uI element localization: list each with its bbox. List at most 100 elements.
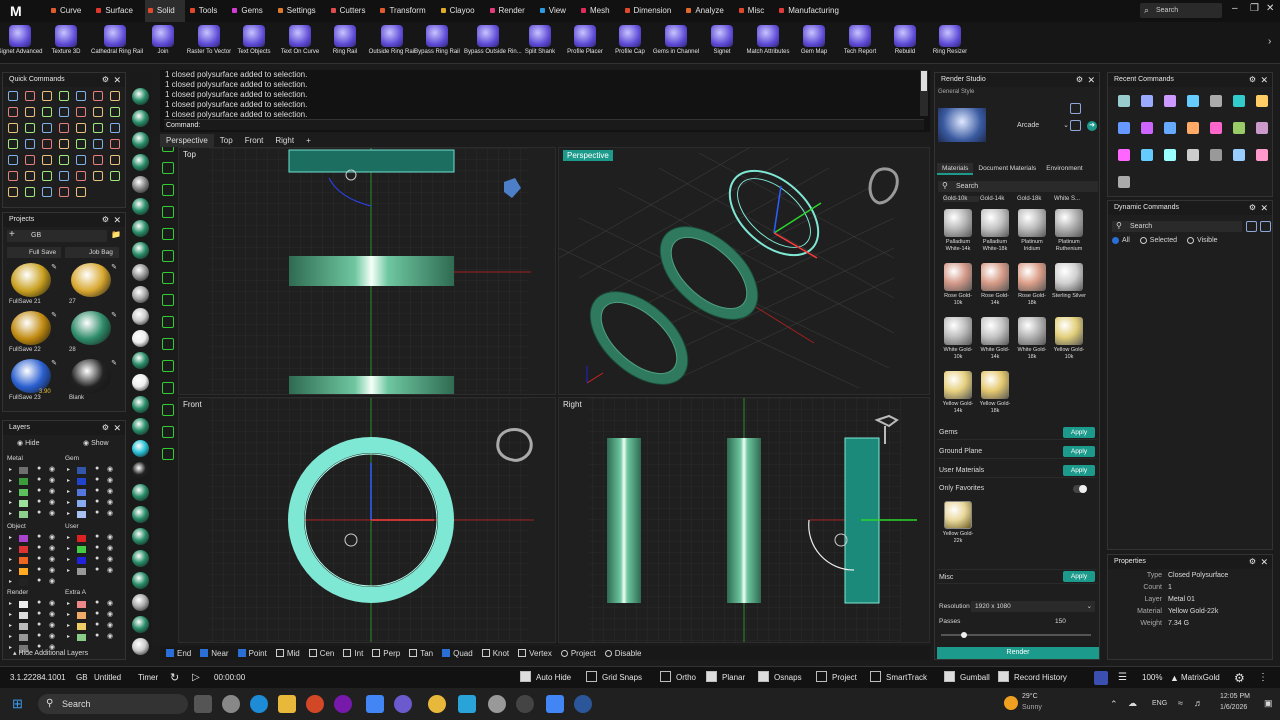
side-tool-icon[interactable]: [132, 484, 149, 501]
quick-command-icon[interactable]: [59, 107, 69, 117]
lock-icon[interactable]: ●: [37, 533, 41, 540]
eye-icon[interactable]: ◉: [107, 599, 113, 607]
job-bag-button[interactable]: Job Bag: [65, 247, 119, 258]
task-view-icon[interactable]: [194, 695, 212, 713]
tool-text-on-curve[interactable]: Text On Curve: [276, 22, 324, 64]
side-tool-icon[interactable]: [132, 110, 149, 127]
material-swatch[interactable]: Platinum Ruthenium: [1052, 209, 1086, 253]
snap-tool-icon[interactable]: [162, 272, 174, 284]
layer-color-swatch[interactable]: [19, 623, 28, 630]
quick-command-icon[interactable]: [8, 171, 18, 181]
layer-row[interactable]: ▸ ● ◉: [7, 566, 63, 576]
checkbox-icon[interactable]: [200, 649, 209, 657]
side-tool-icon[interactable]: [132, 440, 149, 457]
layer-color-swatch[interactable]: [19, 579, 28, 586]
menu-transform[interactable]: Transform: [377, 0, 435, 22]
osnap-vertex[interactable]: Vertex: [518, 649, 552, 658]
layer-row[interactable]: ▸ ● ◉: [65, 566, 121, 576]
quick-command-icon[interactable]: [110, 171, 120, 181]
zoom-level[interactable]: 100%: [1142, 667, 1162, 689]
material-swatch[interactable]: Palladium White-14k: [941, 209, 975, 253]
units-label[interactable]: GB: [76, 667, 88, 689]
quick-command-icon[interactable]: [93, 91, 103, 101]
lock-icon[interactable]: ●: [37, 599, 41, 606]
quick-command-icon[interactable]: [42, 139, 52, 149]
style-name-select[interactable]: Arcade ⌄: [1017, 121, 1069, 129]
expand-icon[interactable]: ▸: [9, 622, 12, 629]
settings-icon[interactable]: ⚙: [1249, 73, 1256, 87]
quick-command-icon[interactable]: [42, 171, 52, 181]
toggle-grid-snaps[interactable]: Grid Snaps: [586, 667, 642, 689]
settings-icon[interactable]: ⚙: [1249, 555, 1256, 569]
eye-icon[interactable]: ◉: [49, 555, 55, 563]
filter-all[interactable]: All: [1112, 237, 1130, 244]
layer-color-swatch[interactable]: [77, 601, 86, 608]
layer-row[interactable]: ▸ ● ◉: [7, 599, 63, 609]
project-item[interactable]: FullSave 21 ✎: [7, 263, 61, 309]
layer-row[interactable]: ▸ ● ◉: [65, 632, 121, 642]
lock-icon[interactable]: ●: [95, 610, 99, 617]
expand-icon[interactable]: ▸: [67, 600, 70, 607]
layer-color-swatch[interactable]: [77, 557, 86, 564]
recent-command-icon[interactable]: [1210, 122, 1222, 134]
material-search-input[interactable]: Search: [938, 181, 1098, 192]
hide-layers-button[interactable]: ◉ Hide: [17, 439, 39, 447]
snap-tool-icon[interactable]: [162, 448, 174, 460]
expand-icon[interactable]: ▸: [9, 567, 12, 574]
osnap-near[interactable]: Near: [200, 649, 229, 658]
tool-signet-advanced[interactable]: Signet Advanced: [0, 22, 44, 64]
osnap-quad[interactable]: Quad: [442, 649, 473, 658]
quick-command-icon[interactable]: [25, 107, 35, 117]
tool-text-objects[interactable]: Text Objects: [230, 22, 278, 64]
expand-icon[interactable]: ▸: [9, 510, 12, 517]
expand-icon[interactable]: ▸: [9, 477, 12, 484]
eye-icon[interactable]: ◉: [49, 509, 55, 517]
close-icon[interactable]: ✕: [1260, 555, 1268, 569]
passes-value[interactable]: 150: [1055, 618, 1066, 625]
apply-button[interactable]: Apply: [1063, 427, 1095, 438]
menu-misc[interactable]: Misc: [736, 0, 774, 22]
maximize-icon[interactable]: ❐: [1250, 3, 1259, 14]
checkbox-icon[interactable]: [481, 649, 490, 657]
radio-icon[interactable]: [1112, 237, 1119, 244]
lock-icon[interactable]: ●: [95, 487, 99, 494]
tool-cathedral-ring-rail[interactable]: Cathedral Ring Rail: [91, 22, 143, 64]
material-swatch[interactable]: Palladium White-18k: [978, 209, 1012, 253]
tool-tech-report[interactable]: Tech Report: [836, 22, 884, 64]
quick-command-icon[interactable]: [42, 155, 52, 165]
quick-command-icon[interactable]: [25, 171, 35, 181]
material-swatch[interactable]: Platinum Iridium: [1015, 209, 1049, 253]
expand-icon[interactable]: ▸: [67, 488, 70, 495]
refresh-icon[interactable]: ↻: [170, 667, 179, 689]
render-tab-environment[interactable]: Environment: [1041, 163, 1088, 175]
matrixgold-icon[interactable]: [516, 695, 534, 713]
checkbox-icon[interactable]: [998, 671, 1009, 683]
osnap-mid[interactable]: Mid: [275, 649, 300, 658]
eye-icon[interactable]: ◉: [107, 544, 113, 552]
snap-tool-icon[interactable]: [162, 206, 174, 218]
recent-command-icon[interactable]: [1210, 95, 1222, 107]
eye-icon[interactable]: ◉: [49, 465, 55, 473]
lock-icon[interactable]: ●: [95, 498, 99, 505]
menu-render[interactable]: Render: [487, 0, 535, 22]
expand-icon[interactable]: ▸: [9, 600, 12, 607]
quick-command-icon[interactable]: [8, 187, 18, 197]
checkbox-icon[interactable]: [520, 671, 531, 683]
lock-icon[interactable]: ●: [95, 632, 99, 639]
expand-icon[interactable]: ▸: [67, 534, 70, 541]
menu-view[interactable]: View: [537, 0, 576, 22]
chevron-up-icon[interactable]: ⌃: [1110, 699, 1118, 710]
edge-icon[interactable]: [250, 695, 268, 713]
quick-command-icon[interactable]: [42, 91, 52, 101]
side-tool-icon[interactable]: [132, 198, 149, 215]
viewport-right[interactable]: Right: [558, 397, 930, 643]
only-favorites-toggle[interactable]: [1073, 485, 1087, 493]
checkbox-icon[interactable]: [409, 649, 418, 657]
edit-icon[interactable]: ✎: [111, 359, 117, 367]
toggle-ortho[interactable]: Ortho: [660, 667, 696, 689]
eye-icon[interactable]: ◉: [49, 566, 55, 574]
material-swatch[interactable]: Yellow Gold-10k: [1052, 317, 1086, 361]
tool-texture-3d[interactable]: Texture 3D: [42, 22, 90, 64]
side-tool-icon[interactable]: [132, 220, 149, 237]
lock-icon[interactable]: ●: [37, 498, 41, 505]
